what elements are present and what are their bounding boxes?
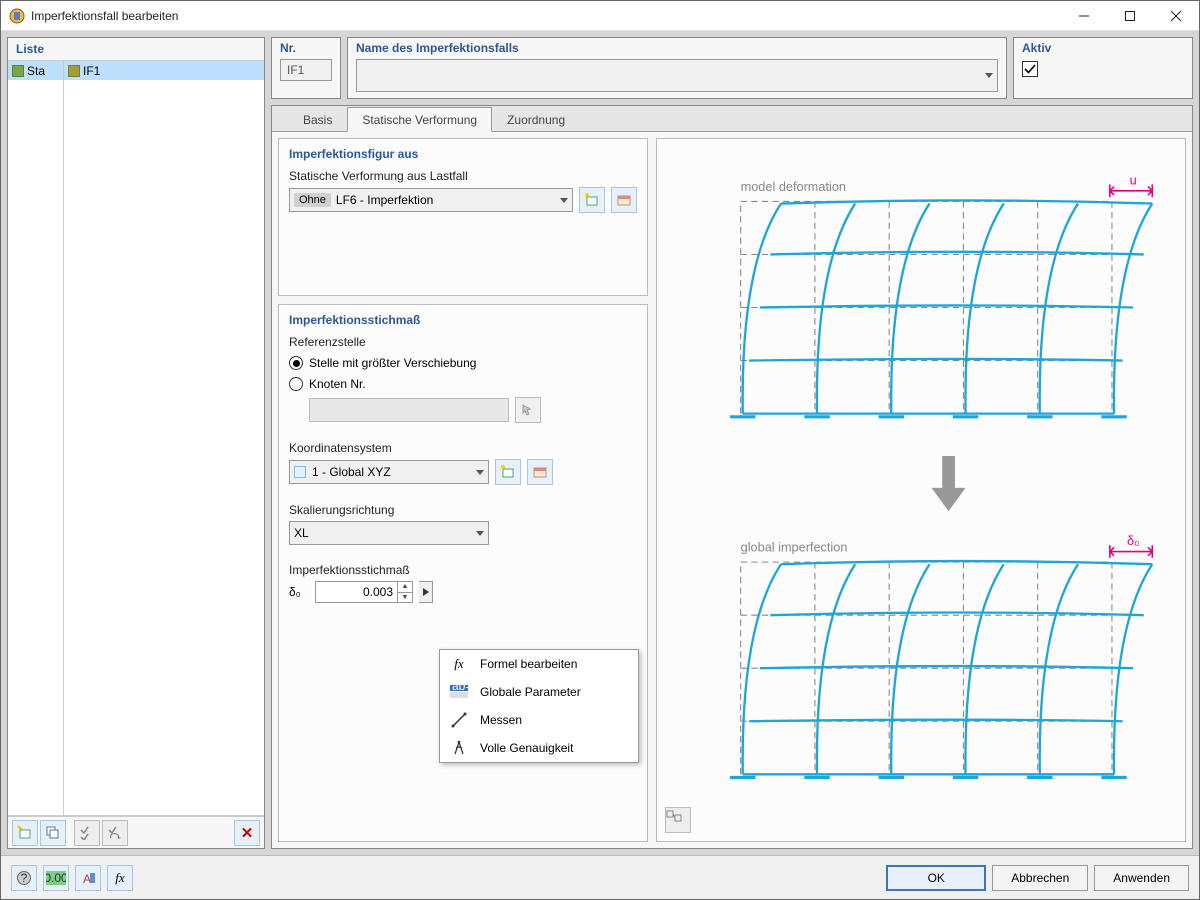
name-select[interactable] [356, 59, 998, 92]
nr-group: Nr. [271, 37, 341, 99]
chevron-down-icon [985, 73, 993, 78]
delete-item-button[interactable]: ✕ [234, 820, 260, 846]
koord-new-button[interactable] [495, 459, 521, 485]
svg-text:A: A [83, 872, 91, 886]
new-item-button[interactable] [12, 820, 38, 846]
lastfall-tag: Ohne [294, 193, 331, 207]
dialog-window: Imperfektionsfall bearbeiten Liste Sta I… [0, 0, 1200, 900]
chevron-down-icon [476, 531, 484, 536]
cancel-button[interactable]: Abbrechen [992, 865, 1088, 891]
formula-button[interactable]: fx [107, 865, 133, 891]
delta-symbol: δ₀ [289, 585, 309, 599]
section-imperfektionsfigur: Imperfektionsfigur aus Statische Verform… [278, 138, 648, 296]
nr-label: Nr. [280, 41, 332, 55]
menu-globale-parameter[interactable]: ab= Globale Parameter [440, 678, 638, 706]
preview-bot-label: global imperfection [741, 540, 848, 555]
svg-text:0.00: 0.00 [46, 871, 66, 885]
units-button[interactable]: 0.00 [43, 865, 69, 891]
skalierung-select[interactable]: XL [289, 521, 489, 545]
aktiv-label: Aktiv [1022, 41, 1184, 55]
ok-button[interactable]: OK [886, 865, 986, 891]
radio-knoten-nr[interactable]: Knoten Nr. [289, 377, 637, 391]
svg-text:?: ? [21, 871, 28, 885]
coord-swatch-icon [294, 466, 306, 478]
compass-icon [450, 739, 468, 757]
chevron-down-icon [560, 198, 568, 203]
referenzstelle-label: Referenzstelle [289, 335, 637, 349]
check-all-button[interactable] [74, 820, 100, 846]
preview-view-button[interactable] [665, 807, 691, 833]
skalierung-label: Skalierungsrichtung [289, 503, 637, 517]
lastfall-select[interactable]: Ohne LF6 - Imperfektion [289, 188, 573, 212]
liste-row-if1[interactable]: IF1 [64, 61, 264, 80]
name-group: Name des Imperfektionsfalls [347, 37, 1007, 99]
app-icon [9, 8, 25, 24]
tab-basis[interactable]: Basis [288, 107, 347, 132]
apply-button[interactable]: Anwenden [1094, 865, 1189, 891]
name-label: Name des Imperfektionsfalls [356, 41, 998, 55]
liste-row-status[interactable]: Sta [8, 61, 63, 80]
koord-select[interactable]: 1 - Global XYZ [289, 460, 489, 484]
help-button[interactable]: ? [11, 865, 37, 891]
tab-strip: Basis Statische Verformung Zuordnung [272, 106, 1192, 132]
preview-top-label: model deformation [741, 179, 846, 194]
svg-text:ab=: ab= [452, 685, 468, 693]
fx-icon: fx [450, 655, 468, 673]
menu-volle-genauigkeit[interactable]: Volle Genauigkeit [440, 734, 638, 762]
preview-panel: model deformation u [656, 138, 1186, 842]
chevron-down-icon [476, 470, 484, 475]
menu-messen[interactable]: Messen [440, 706, 638, 734]
liste-header: Liste [8, 38, 264, 61]
koord-edit-button[interactable] [527, 459, 553, 485]
delta-spinner[interactable]: 0.003 ▲▼ [315, 581, 413, 603]
spinner-buttons[interactable]: ▲▼ [397, 582, 412, 602]
radio-groesste-verschiebung[interactable]: Stelle mit größter Verschiebung [289, 356, 637, 370]
lastfall-new-button[interactable] [579, 187, 605, 213]
bottom-bar: ? 0.00 A fx OK Abbrechen Anwenden [1, 855, 1199, 899]
knoten-nr-input [309, 398, 509, 422]
stichmass-label: Imperfektionsstichmaß [289, 563, 637, 577]
koord-label: Koordinatensystem [289, 441, 637, 455]
pick-node-button [515, 397, 541, 423]
nr-input[interactable] [280, 59, 332, 81]
radio-icon [289, 356, 303, 370]
formula-context-menu: fx Formel bearbeiten ab= Globale Paramet… [439, 649, 639, 763]
font-button[interactable]: A [75, 865, 101, 891]
copy-item-button[interactable] [40, 820, 66, 846]
ab-icon: ab= [450, 683, 468, 701]
lastfall-value: LF6 - Imperfektion [336, 193, 433, 207]
menu-formel-bearbeiten[interactable]: fx Formel bearbeiten [440, 650, 638, 678]
aktiv-checkbox[interactable] [1022, 61, 1038, 77]
close-button[interactable] [1153, 1, 1199, 31]
window-title: Imperfektionsfall bearbeiten [31, 9, 1061, 23]
radio-icon [289, 377, 303, 391]
measure-icon [450, 711, 468, 729]
preview-u-symbol: u [1130, 172, 1137, 187]
aktiv-group: Aktiv [1013, 37, 1193, 99]
minimize-button[interactable] [1061, 1, 1107, 31]
delta-more-button[interactable] [419, 581, 433, 603]
section-title: Imperfektionsstichmaß [289, 313, 637, 327]
section-title: Imperfektionsfigur aus [289, 147, 637, 161]
tab-zuordnung[interactable]: Zuordnung [492, 107, 580, 132]
liste-panel: Liste Sta IF1 ✕ [7, 37, 265, 849]
tab-statische-verformung[interactable]: Statische Verformung [347, 107, 492, 132]
deformation-diagram: model deformation u [677, 159, 1165, 817]
maximize-button[interactable] [1107, 1, 1153, 31]
lastfall-label: Statische Verformung aus Lastfall [289, 169, 637, 183]
title-bar: Imperfektionsfall bearbeiten [1, 1, 1199, 31]
refresh-check-button[interactable] [102, 820, 128, 846]
preview-delta-symbol: δ₀ [1127, 533, 1139, 548]
tab-container: Basis Statische Verformung Zuordnung Imp… [271, 105, 1193, 849]
liste-toolbar: ✕ [8, 816, 264, 848]
liste-table[interactable]: Sta IF1 [8, 61, 264, 816]
lastfall-edit-button[interactable] [611, 187, 637, 213]
